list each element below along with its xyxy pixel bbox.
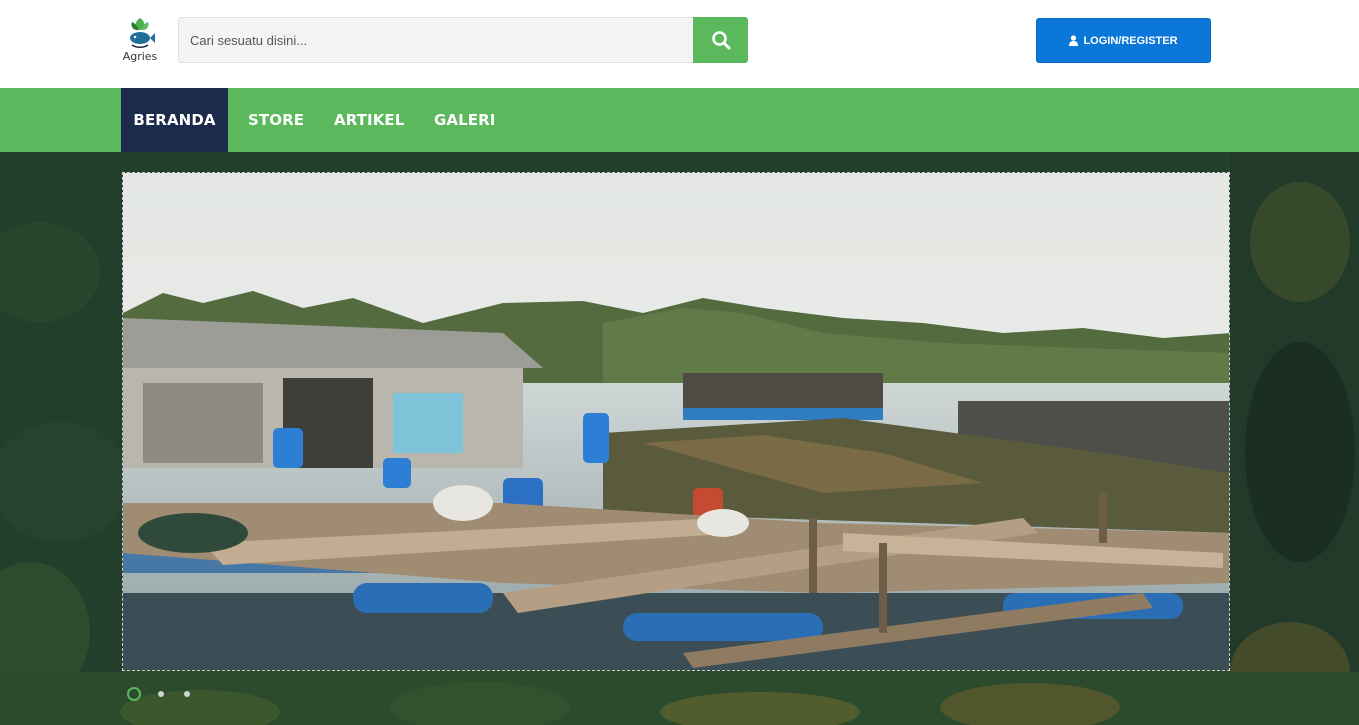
search-icon xyxy=(711,31,730,50)
carousel-dot-active[interactable] xyxy=(126,686,142,702)
nav-item-store[interactable]: STORE xyxy=(248,88,304,152)
fish-leaf-logo-icon xyxy=(130,18,155,48)
login-register-button[interactable]: LOGIN/REGISTER xyxy=(1036,18,1211,63)
nav-item-label: ARTIKEL xyxy=(334,111,405,129)
hero-section xyxy=(0,152,1359,725)
nav-item-beranda[interactable]: BERANDA xyxy=(121,88,228,152)
brand-logo[interactable]: Agries xyxy=(120,16,160,64)
main-nav: BERANDA STORE ARTIKEL GALERI xyxy=(0,88,1359,152)
carousel-dot[interactable] xyxy=(153,686,169,702)
nav-item-label: STORE xyxy=(248,111,305,129)
site-header: Agries LOGIN/REGISTER xyxy=(0,0,1359,88)
nav-item-label: BERANDA xyxy=(133,111,216,129)
carousel-slide[interactable] xyxy=(122,172,1230,671)
nav-item-artikel[interactable]: ARTIKEL xyxy=(334,88,404,152)
search-input[interactable] xyxy=(178,17,694,63)
nav-item-galeri[interactable]: GALERI xyxy=(434,88,495,152)
nav-item-label: GALERI xyxy=(434,111,496,129)
carousel-dot[interactable] xyxy=(179,686,195,702)
fish-farm-photo xyxy=(123,173,1229,670)
user-icon xyxy=(1069,35,1079,46)
login-register-label: LOGIN/REGISTER xyxy=(1083,34,1178,47)
search-button[interactable] xyxy=(693,17,748,63)
search-bar xyxy=(178,17,748,63)
brand-name: Agries xyxy=(122,50,158,63)
